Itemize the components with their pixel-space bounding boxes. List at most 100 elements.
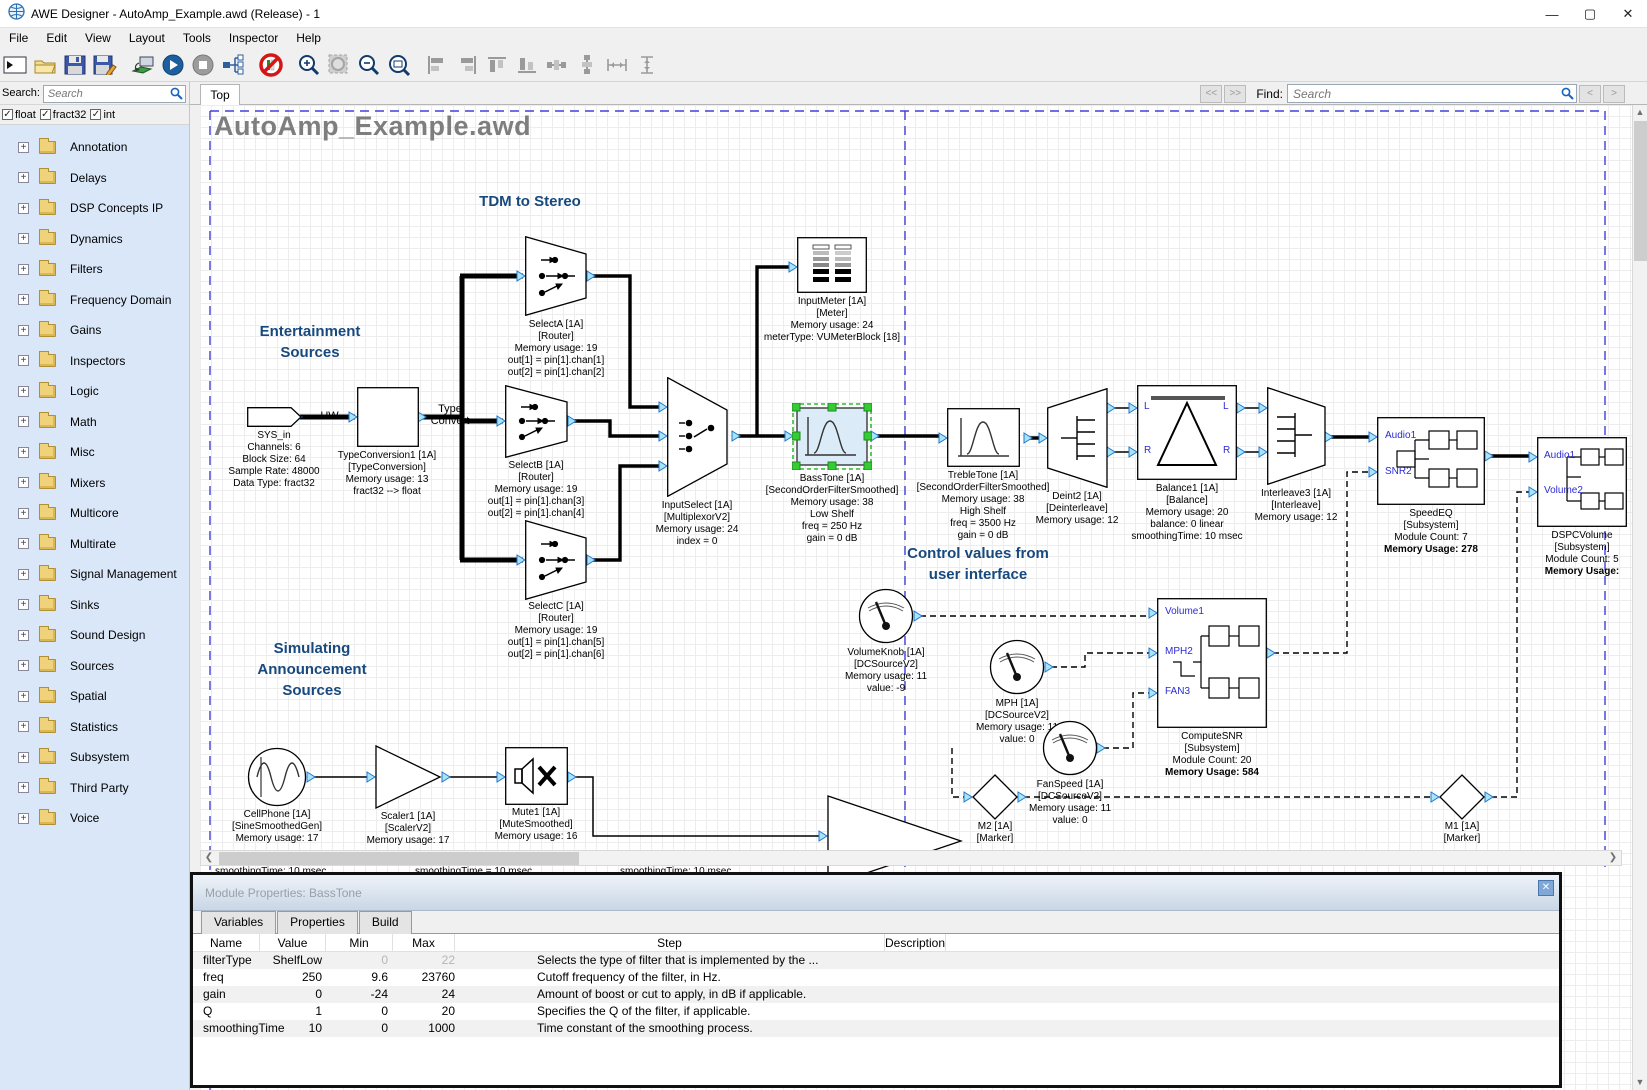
distribute-horizontal-icon[interactable] [542,51,572,79]
expand-icon[interactable]: + [18,477,29,488]
align-top-icon[interactable] [482,51,512,79]
run-icon[interactable] [158,51,188,79]
sidebar-item[interactable]: + Sound Design [0,620,189,651]
expand-icon[interactable]: + [18,508,29,519]
sidebar-item[interactable]: + Subsystem [0,742,189,773]
block-volumeknob[interactable] [858,588,914,644]
save-icon[interactable] [60,51,90,79]
connect-target-icon[interactable] [128,51,158,79]
block-scaler1[interactable] [375,745,442,809]
block-computesnr[interactable]: Volume1 MPH2 FAN3 [1157,598,1267,728]
block-selectc[interactable] [525,520,587,600]
menu-item[interactable]: Inspector [220,29,287,47]
expand-icon[interactable]: + [18,355,29,366]
open-icon[interactable] [30,51,60,79]
search-input[interactable] [43,85,186,103]
sidebar-item[interactable]: + Signal Management [0,559,189,590]
align-right-icon[interactable] [452,51,482,79]
expand-icon[interactable]: + [18,538,29,549]
expand-icon[interactable]: + [18,264,29,275]
zoom-in-icon[interactable] [294,51,324,79]
block-inputmeter[interactable] [797,237,867,293]
sidebar-item[interactable]: + Frequency Domain [0,285,189,316]
sidebar-item[interactable]: + Mixers [0,468,189,499]
menu-item[interactable]: Layout [120,29,174,47]
expand-icon[interactable]: + [18,203,29,214]
expand-icon[interactable]: + [18,691,29,702]
panel-close-icon[interactable]: ✕ [1538,880,1554,896]
block-cellphone[interactable] [247,747,307,807]
expand-icon[interactable]: + [18,813,29,824]
table-row[interactable]: gain 0 -24 24 Amount of boost or cut to … [193,986,1559,1003]
expand-icon[interactable]: + [18,416,29,427]
sidebar-item[interactable]: + Misc [0,437,189,468]
sidebar-item[interactable]: + Gains [0,315,189,346]
sidebar-item[interactable]: + Inspectors [0,346,189,377]
block-deint2[interactable] [1047,388,1108,488]
table-row[interactable]: smoothingTime 10 0 1000 Time constant of… [193,1020,1559,1037]
block-mute1[interactable] [505,747,568,805]
expand-icon[interactable]: + [18,325,29,336]
block-basstone-selected[interactable] [792,403,872,470]
expand-icon[interactable]: + [18,660,29,671]
block-inputselect[interactable] [667,377,728,497]
canvas-hscrollbar[interactable]: ❮ ❯ [200,850,1622,866]
menu-item[interactable]: View [76,29,120,47]
find-back-button[interactable]: < [1579,85,1601,103]
align-bottom-icon[interactable] [512,51,542,79]
stop-icon[interactable] [188,51,218,79]
minimize-button[interactable]: — [1533,0,1571,28]
scroll-right-icon[interactable]: ❯ [1605,851,1621,865]
find-input[interactable] [1287,84,1577,103]
expand-icon[interactable]: + [18,142,29,153]
sidebar-item[interactable]: + Statistics [0,712,189,743]
block-selectb[interactable] [505,385,568,458]
sidebar-item[interactable]: + Dynamics [0,224,189,255]
sidebar-item[interactable]: + Math [0,407,189,438]
close-button[interactable]: ✕ [1609,0,1647,28]
vscroll-thumb[interactable] [1634,121,1647,261]
block-interleave3[interactable] [1267,387,1326,485]
table-row[interactable]: Q 1 0 20 Specifies the Q of the filter, … [193,1003,1559,1020]
sidebar-item[interactable]: + Spatial [0,681,189,712]
sidebar-item[interactable]: + DSP Concepts IP [0,193,189,224]
expand-icon[interactable]: + [18,752,29,763]
distribute-vertical-icon[interactable] [572,51,602,79]
menu-item[interactable]: Edit [37,29,76,47]
scroll-up-icon[interactable]: ▲ [1633,105,1647,120]
sidebar-item[interactable]: + Delays [0,163,189,194]
menu-item[interactable]: Help [287,29,330,47]
expand-icon[interactable]: + [18,569,29,580]
panel-header[interactable]: Module Properties: BassTone ✕ [193,875,1559,911]
block-typeconversion1[interactable]: Type Convert [357,387,419,447]
new-icon[interactable] [0,51,30,79]
menu-item[interactable]: File [0,29,37,47]
sidebar-item[interactable]: + Voice [0,803,189,834]
halt-icon[interactable] [256,51,286,79]
expand-icon[interactable]: + [18,386,29,397]
expand-icon[interactable]: + [18,172,29,183]
block-m2[interactable] [972,774,1018,820]
sidebar-item[interactable]: + Filters [0,254,189,285]
save-as-icon[interactable] [90,51,120,79]
filter-checkbox[interactable]: ✓ [2,109,13,120]
filter-checkbox[interactable]: ✓ [40,109,51,120]
find-prev-button[interactable]: << [1200,85,1222,103]
expand-icon[interactable]: + [18,233,29,244]
block-selecta[interactable] [525,236,587,316]
sidebar-item[interactable]: + Multirate [0,529,189,560]
find-next-button[interactable]: >> [1224,85,1246,103]
scroll-left-icon[interactable]: ❮ [201,851,217,865]
block-mph[interactable] [989,639,1045,695]
table-row[interactable]: freq 250 9.6 23760 Cutoff frequency of t… [193,969,1559,986]
filter-checkbox[interactable]: ✓ [90,109,101,120]
block-sys-in[interactable]: HW [247,407,302,427]
sidebar-item[interactable]: + Annotation [0,132,189,163]
panel-tab[interactable]: Build [359,911,412,934]
expand-icon[interactable]: + [18,721,29,732]
expand-icon[interactable]: + [18,294,29,305]
expand-icon[interactable]: + [18,782,29,793]
sidebar-item[interactable]: + Logic [0,376,189,407]
canvas-vscrollbar[interactable]: ▲ ▼ [1632,105,1647,1090]
panel-tab[interactable]: Properties [277,911,358,934]
